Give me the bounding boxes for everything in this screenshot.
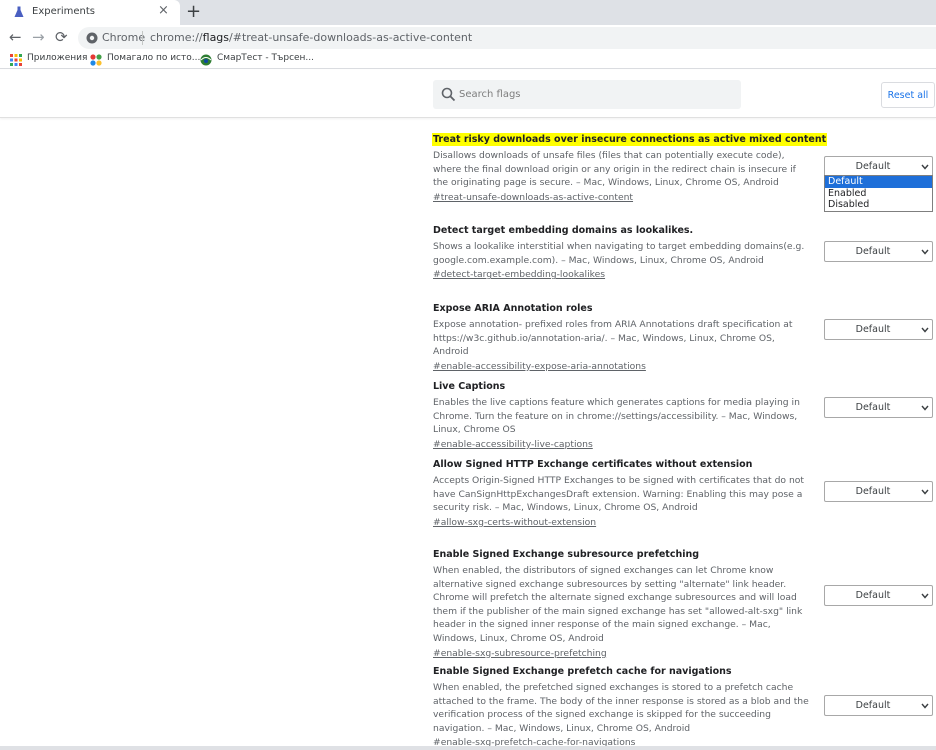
flag-description: When enabled, the prefetched signed exch… <box>433 682 809 734</box>
bookmark-smartest[interactable]: СмарТест - Търсен... <box>217 53 314 63</box>
chevron-down-icon <box>921 249 929 255</box>
flag-title: Enable Signed Exchange subresource prefe… <box>433 549 700 560</box>
flag-description: Expose annotation- prefixed roles from A… <box>433 319 793 358</box>
flask-icon <box>14 6 24 17</box>
back-icon[interactable]: ← <box>9 29 22 46</box>
flag-select-value: Default <box>855 700 891 711</box>
flag-entry: Expose ARIA Annotation roles Expose anno… <box>433 302 813 373</box>
window-bottom-edge <box>0 746 936 750</box>
url-path: /#treat-unsafe-downloads-as-active-conte… <box>229 31 473 44</box>
flag-permalink[interactable]: #enable-accessibility-live-captions <box>433 439 593 450</box>
flag-entry: Live Captions Enables the live captions … <box>433 380 813 451</box>
flag-select-value: Default <box>855 324 891 335</box>
flag-select-value: Default <box>855 246 891 257</box>
flag-select-value: Default <box>855 590 891 601</box>
flag-select[interactable]: Default <box>824 585 933 606</box>
flag-description: Enables the live captions feature which … <box>433 397 800 436</box>
tab-experiments[interactable]: Experiments × <box>0 0 180 25</box>
flag-title: Allow Signed HTTP Exchange certificates … <box>433 459 753 470</box>
flag-select[interactable]: Default <box>824 695 933 716</box>
bookmarks-bar: Приложения Помагало по исто... СмарТест … <box>0 51 936 69</box>
new-tab-icon[interactable]: + <box>186 2 201 22</box>
bookmark-pomagalo[interactable]: Помагало по исто... <box>107 53 200 63</box>
flag-dropdown-list: Default Enabled Disabled <box>824 175 933 212</box>
globe-favicon-icon <box>200 54 212 66</box>
url-scheme: chrome:// <box>150 31 203 44</box>
search-box[interactable] <box>433 80 741 109</box>
flag-entry: Treat risky downloads over insecure conn… <box>432 132 828 204</box>
flag-select-value: Default <box>855 402 891 413</box>
flag-title: Treat risky downloads over insecure conn… <box>432 133 828 146</box>
toolbar: ← → ⟳ Chrome chrome://flags/#treat-unsaf… <box>0 25 936 51</box>
flag-select-value: Default <box>855 486 891 497</box>
puzzle-favicon-icon <box>90 54 102 66</box>
omnibox-url[interactable]: chrome://flags/#treat-unsafe-downloads-a… <box>150 31 472 44</box>
flag-entry: Detect target embedding domains as looka… <box>433 224 813 282</box>
flag-title: Detect target embedding domains as looka… <box>433 225 694 236</box>
bookmark-apps[interactable]: Приложения <box>27 53 87 63</box>
flag-select[interactable]: Default <box>824 397 933 418</box>
flag-description: Disallows downloads of unsafe files (fil… <box>433 150 796 189</box>
url-host: flags <box>202 31 230 44</box>
search-icon <box>441 87 456 102</box>
dropdown-option-disabled[interactable]: Disabled <box>825 199 932 211</box>
chevron-down-icon <box>921 489 929 495</box>
flags-header: Reset all <box>0 70 936 118</box>
flag-title: Live Captions <box>433 381 506 392</box>
omnibox-chip: Chrome <box>102 31 146 44</box>
chevron-down-icon <box>921 593 929 599</box>
flag-select[interactable]: Default <box>824 319 933 340</box>
dropdown-option-default[interactable]: Default <box>825 176 932 188</box>
flag-title: Expose ARIA Annotation roles <box>433 303 593 314</box>
tab-title: Experiments <box>32 6 95 17</box>
chevron-down-icon <box>921 703 929 709</box>
omnibox[interactable]: Chrome chrome://flags/#treat-unsafe-down… <box>78 27 936 49</box>
flag-description: Shows a lookalike interstitial when navi… <box>433 241 805 266</box>
flag-entry: Enable Signed Exchange prefetch cache fo… <box>433 665 813 750</box>
dropdown-option-enabled[interactable]: Enabled <box>825 188 932 200</box>
chevron-down-icon <box>921 164 929 170</box>
chevron-down-icon <box>921 405 929 411</box>
flag-title: Enable Signed Exchange prefetch cache fo… <box>433 666 732 677</box>
chevron-down-icon <box>921 327 929 333</box>
flag-select[interactable]: Default <box>824 481 933 502</box>
close-tab-icon[interactable]: × <box>158 4 169 18</box>
flag-description: When enabled, the distributors of signed… <box>433 565 803 644</box>
flag-permalink[interactable]: #allow-sxg-certs-without-extension <box>433 517 596 528</box>
omnibox-divider <box>142 31 143 45</box>
apps-grid-icon <box>10 54 22 66</box>
reset-all-button[interactable]: Reset all <box>881 82 935 108</box>
forward-icon[interactable]: → <box>32 29 45 46</box>
flag-permalink[interactable]: #enable-accessibility-expose-aria-annota… <box>433 361 646 372</box>
flag-permalink[interactable]: #enable-sxg-subresource-prefetching <box>433 648 607 659</box>
flag-select[interactable]: Default <box>824 156 933 177</box>
flag-entry: Enable Signed Exchange subresource prefe… <box>433 548 813 660</box>
flag-permalink[interactable]: #treat-unsafe-downloads-as-active-conten… <box>433 192 633 203</box>
flag-permalink[interactable]: #detect-target-embedding-lookalikes <box>433 269 605 280</box>
tab-strip: Experiments × + <box>0 0 936 25</box>
flag-select[interactable]: Default <box>824 241 933 262</box>
flag-description: Accepts Origin-Signed HTTP Exchanges to … <box>433 475 805 514</box>
reload-icon[interactable]: ⟳ <box>55 29 68 46</box>
flag-entry: Allow Signed HTTP Exchange certificates … <box>433 458 813 529</box>
search-input[interactable] <box>459 86 729 103</box>
chrome-page-icon <box>86 32 98 44</box>
flag-select-value: Default <box>855 161 891 172</box>
